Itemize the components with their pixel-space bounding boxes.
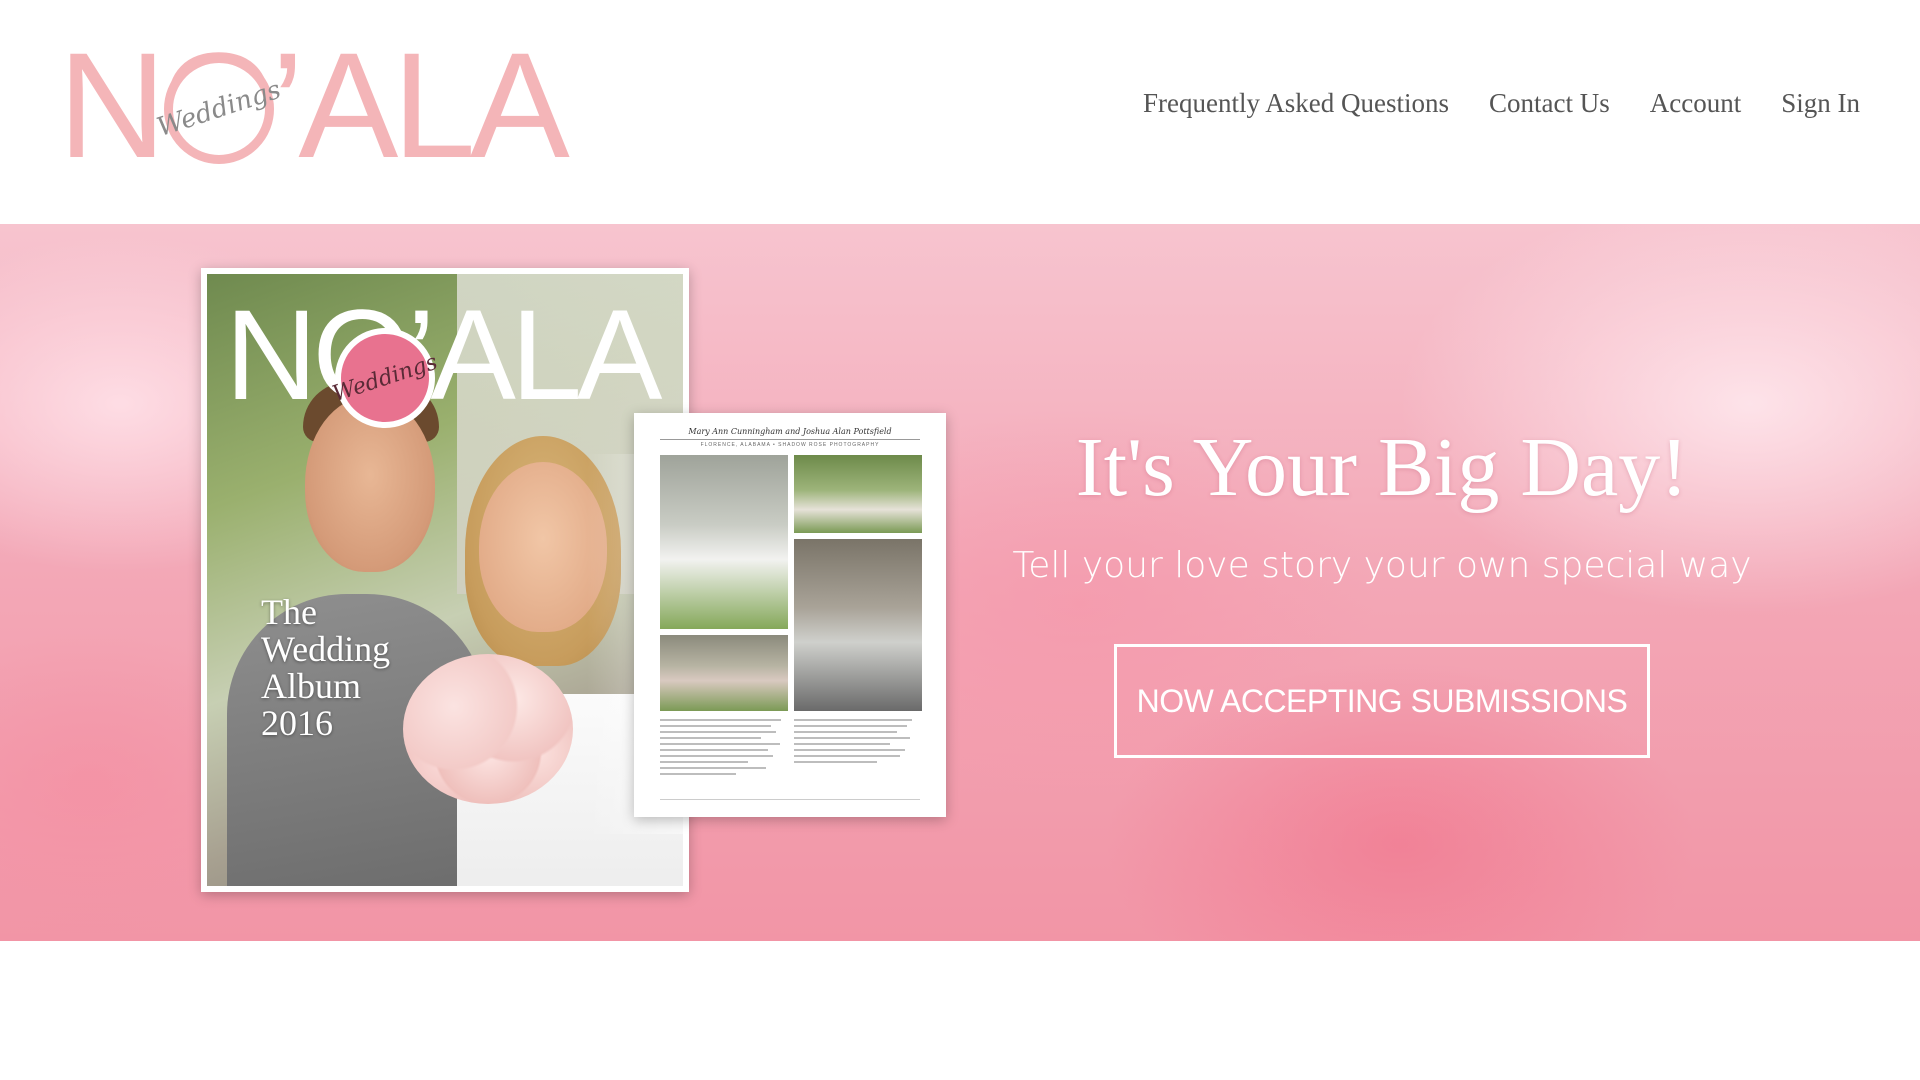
submissions-button[interactable]: NOW ACCEPTING SUBMISSIONS (1114, 644, 1650, 758)
spread-credit: FLORENCE, ALABAMA • SHADOW ROSE PHOTOGRA… (700, 442, 880, 448)
nav-account-link[interactable]: Account (1650, 88, 1741, 119)
magazine-cover-image: NO’ALA Weddings The Wedding Album 2016 (201, 268, 689, 892)
spread-divider (660, 439, 920, 440)
nav-faq-link[interactable]: Frequently Asked Questions (1143, 88, 1449, 119)
spread-text-column (794, 719, 920, 767)
magazine-page-image: Mary Ann Cunningham and Joshua Alan Pott… (634, 413, 946, 817)
nav-contact-link[interactable]: Contact Us (1489, 88, 1610, 119)
hero-subtitle: Tell your love story your own special wa… (1012, 545, 1752, 586)
hero-banner: NO’ALA Weddings The Wedding Album 2016 M… (0, 224, 1920, 941)
hero-title: It's Your Big Day! (1075, 421, 1689, 514)
spread-photo (794, 455, 922, 533)
spread-couple-names: Mary Ann Cunningham and Joshua Alan Pott… (688, 427, 892, 436)
spread-photo (660, 455, 788, 629)
spread-photo (660, 635, 788, 711)
cover-title-line: Wedding (261, 629, 391, 669)
cover-title: The Wedding Album 2016 (261, 594, 390, 742)
spread-photo (794, 539, 922, 711)
bouquet (403, 654, 573, 804)
main-nav: Frequently Asked Questions Contact Us Ac… (1143, 88, 1860, 119)
logo-wordmark: NO’ALA (58, 21, 570, 189)
cover-title-line: 2016 (261, 703, 333, 743)
site-header: NO’ALA Weddings Frequently Asked Questio… (0, 0, 1920, 224)
nav-sign-in-link[interactable]: Sign In (1781, 88, 1860, 119)
cover-title-line: The (261, 592, 317, 632)
cover-title-line: Album (261, 666, 362, 706)
spread-footer-divider (660, 799, 920, 800)
cover-photo: NO’ALA Weddings The Wedding Album 2016 (207, 274, 683, 886)
site-logo[interactable]: NO’ALA Weddings (58, 30, 570, 180)
spread-text-column (660, 719, 786, 779)
